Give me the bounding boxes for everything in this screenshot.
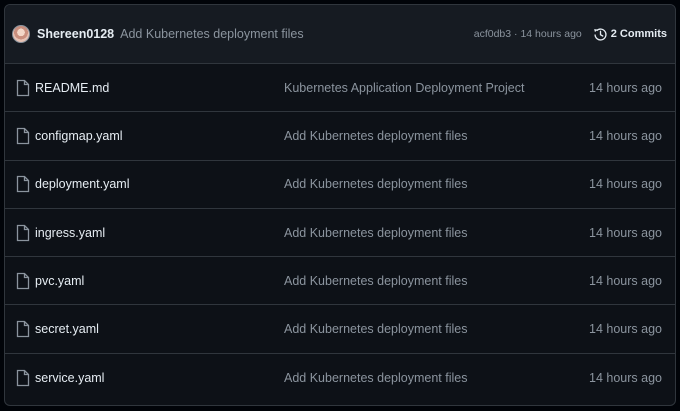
file-row[interactable]: ingress.yaml Add Kubernetes deployment f…: [5, 209, 675, 258]
file-commit-message-link[interactable]: Add Kubernetes deployment files: [284, 371, 467, 385]
file-commit-message-link[interactable]: Kubernetes Application Deployment Projec…: [284, 81, 524, 95]
file-row[interactable]: configmap.yaml Add Kubernetes deployment…: [5, 112, 675, 161]
file-row[interactable]: deployment.yaml Add Kubernetes deploymen…: [5, 161, 675, 209]
commit-sha-time[interactable]: acf0db3 · 14 hours ago: [474, 28, 582, 40]
file-name-link[interactable]: configmap.yaml: [35, 129, 123, 143]
file-icon: [16, 127, 30, 145]
file-row[interactable]: service.yaml Add Kubernetes deployment f…: [5, 354, 675, 402]
file-name-link[interactable]: ingress.yaml: [35, 226, 105, 240]
file-commit-time: 14 hours ago: [589, 177, 662, 192]
file-name-link[interactable]: README.md: [35, 81, 109, 95]
file-icon: [16, 79, 30, 96]
latest-commit-bar: Shereen0128 Add Kubernetes deployment fi…: [5, 5, 675, 64]
file-name-link[interactable]: service.yaml: [35, 371, 104, 385]
avatar[interactable]: [12, 25, 30, 43]
file-name-link[interactable]: deployment.yaml: [35, 177, 130, 191]
file-commit-message-link[interactable]: Add Kubernetes deployment files: [284, 177, 467, 191]
file-commit-time: 14 hours ago: [589, 128, 662, 143]
file-commit-message-link[interactable]: Add Kubernetes deployment files: [284, 322, 467, 336]
latest-commit-message-link[interactable]: Add Kubernetes deployment files: [120, 27, 303, 41]
file-browser: Shereen0128 Add Kubernetes deployment fi…: [4, 4, 676, 406]
file-icon: [16, 320, 30, 338]
history-icon: [593, 27, 607, 41]
file-commit-message-link[interactable]: Add Kubernetes deployment files: [284, 226, 467, 240]
file-commit-message-link[interactable]: Add Kubernetes deployment files: [284, 274, 467, 288]
file-commit-time: 14 hours ago: [589, 273, 662, 288]
file-icon: [16, 176, 30, 193]
file-row[interactable]: README.md Kubernetes Application Deploym…: [5, 64, 675, 113]
file-commit-time: 14 hours ago: [589, 370, 662, 385]
file-list: README.md Kubernetes Application Deploym…: [5, 64, 675, 402]
file-icon: [16, 369, 30, 387]
file-name-link[interactable]: secret.yaml: [35, 322, 99, 336]
file-commit-time: 14 hours ago: [589, 225, 662, 240]
commits-history-link[interactable]: 2 Commits: [593, 27, 667, 42]
file-icon: [16, 224, 30, 241]
commit-author-link[interactable]: Shereen0128: [37, 27, 114, 41]
file-commit-message-link[interactable]: Add Kubernetes deployment files: [284, 129, 467, 143]
file-commit-time: 14 hours ago: [589, 80, 662, 95]
file-commit-time: 14 hours ago: [589, 322, 662, 337]
commits-count-label: 2 Commits: [610, 28, 667, 40]
file-icon: [16, 272, 30, 289]
file-row[interactable]: pvc.yaml Add Kubernetes deployment files…: [5, 257, 675, 306]
file-row[interactable]: secret.yaml Add Kubernetes deployment fi…: [5, 305, 675, 354]
file-name-link[interactable]: pvc.yaml: [35, 274, 84, 288]
